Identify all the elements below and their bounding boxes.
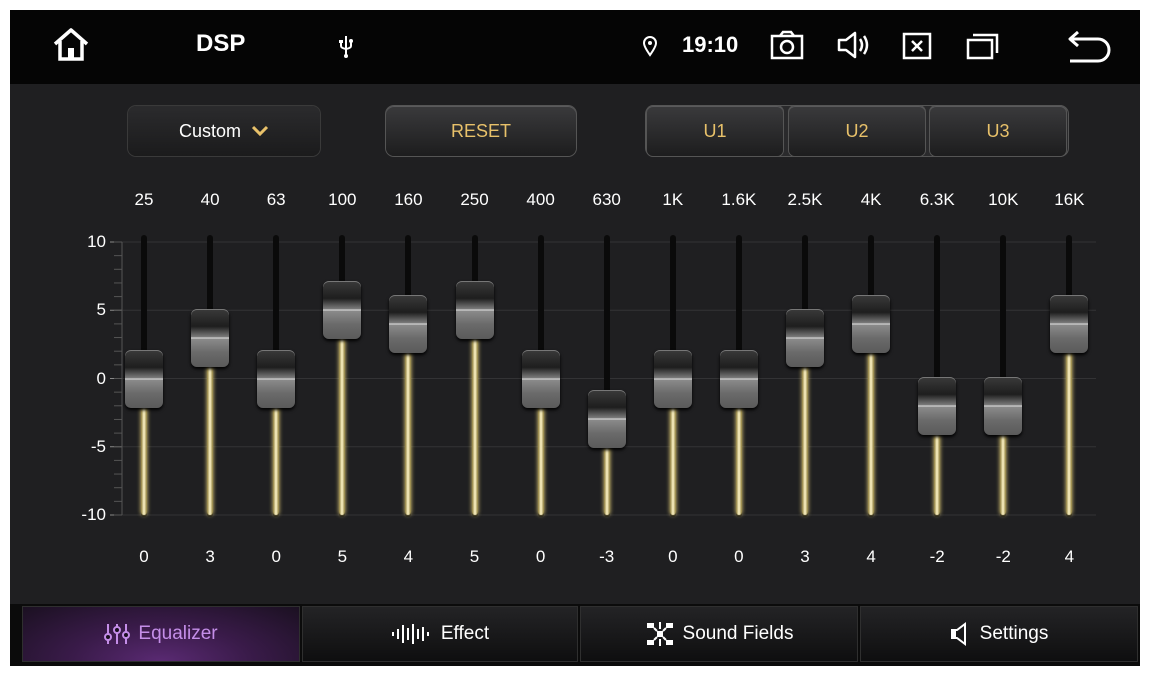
band-slider-knob[interactable] — [323, 281, 362, 340]
y-axis-label: 10 — [87, 232, 106, 251]
band-frequency-label: 2.5K — [787, 190, 823, 209]
tab-effect[interactable]: Effect — [302, 606, 578, 662]
band-gain-value: 3 — [205, 547, 215, 566]
band-frequency-label: 1K — [662, 190, 684, 209]
band-slider-knob[interactable] — [852, 294, 891, 353]
band-frequency-label: 10K — [988, 190, 1019, 209]
band-gain-value: 0 — [734, 547, 744, 566]
tab-bar: Equalizer Effect Sound Fields Settings — [10, 604, 1140, 666]
tab-effect-label: Effect — [440, 623, 490, 644]
band-gain-value: 5 — [469, 547, 480, 566]
band-slider-knob[interactable] — [191, 308, 230, 367]
y-axis-label: 5 — [96, 300, 106, 320]
y-axis-label: -5 — [90, 436, 106, 456]
tab-sound-fields-label: Sound Fields — [682, 623, 794, 644]
band-slider-knob[interactable] — [587, 390, 626, 449]
dsp-screen: DSP 19:10 Custom RESET U1 U2 U3 10 5 0 -… — [10, 10, 1140, 666]
band-gain-value: 0 — [668, 547, 678, 566]
band-gain-value: 4 — [866, 547, 876, 566]
eq-grid — [110, 241, 1096, 516]
band-slider-knob[interactable] — [389, 294, 428, 353]
band-gain-value: -2 — [929, 547, 945, 566]
band-frequency-label: 63 — [266, 190, 286, 209]
band-gain-value: 5 — [337, 547, 348, 566]
band-gain-value: 4 — [1064, 547, 1075, 566]
band-frequency-label: 250 — [460, 190, 489, 209]
band-frequency-label: 16K — [1054, 190, 1085, 209]
band-slider-knob[interactable] — [521, 349, 560, 408]
band-frequency-label: 630 — [592, 190, 621, 209]
band-gain-value: -3 — [599, 547, 615, 566]
tab-settings[interactable]: Settings — [860, 606, 1138, 662]
y-axis-label: 0 — [96, 368, 106, 388]
band-frequency-label: 160 — [394, 190, 423, 209]
band-slider-knob[interactable] — [1050, 294, 1089, 353]
band-slider-knob[interactable] — [984, 376, 1023, 435]
tab-settings-label: Settings — [979, 623, 1049, 644]
band-frequency-label: 400 — [526, 190, 555, 209]
tab-equalizer-label: Equalizer — [138, 623, 218, 644]
band-gain-value: 0 — [535, 547, 546, 566]
band-gain-value: 0 — [271, 547, 281, 566]
tab-equalizer[interactable]: Equalizer — [22, 606, 300, 662]
band-slider-knob[interactable] — [918, 376, 957, 435]
band-frequency-label: 4K — [860, 190, 882, 209]
band-slider-fill — [471, 310, 478, 515]
band-slider-knob[interactable] — [257, 349, 296, 408]
band-slider-knob[interactable] — [719, 349, 758, 408]
band-slider-knob[interactable] — [455, 281, 494, 340]
equalizer-icon — [104, 623, 131, 645]
band-frequency-label: 1.6K — [721, 190, 757, 209]
tab-sound-fields[interactable]: Sound Fields — [580, 606, 858, 662]
band-slider-knob[interactable] — [786, 308, 824, 367]
band-gain-value: -2 — [995, 547, 1011, 566]
band-frequency-label: 40 — [200, 190, 220, 209]
speaker-icon — [950, 622, 972, 646]
band-gain-value: 0 — [139, 547, 149, 566]
band-slider-knob[interactable] — [125, 349, 163, 408]
effect-icon — [391, 623, 433, 645]
sound-fields-icon — [645, 621, 675, 647]
band-frequency-label: 100 — [328, 190, 357, 209]
band-frequency-label: 6.3K — [919, 190, 955, 209]
band-gain-value: 3 — [800, 547, 810, 566]
band-slider-fill — [339, 310, 346, 515]
band-frequency-label: 25 — [134, 190, 154, 209]
band-gain-value: 4 — [403, 547, 414, 566]
band-slider-knob[interactable] — [653, 349, 692, 408]
y-axis-label: -10 — [81, 505, 106, 524]
